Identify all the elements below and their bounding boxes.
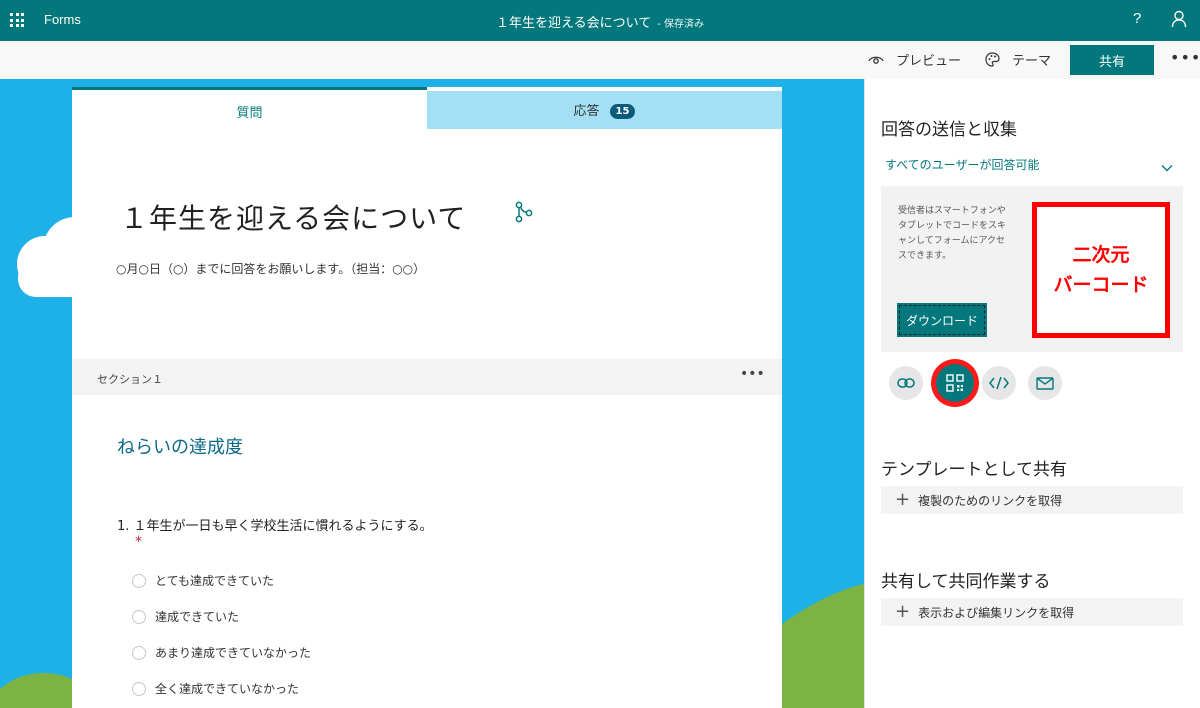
radio-button[interactable] xyxy=(132,609,146,624)
option-label: 全く達成できていなかった xyxy=(155,682,300,696)
template-section-title: テンプレートとして共有 xyxy=(881,460,1067,480)
annotation-line-1: 二次元 xyxy=(1072,244,1130,266)
preview-button[interactable]: プレビュー xyxy=(868,50,961,69)
theme-label: テーマ xyxy=(1012,54,1052,69)
audience-dropdown[interactable]: すべてのユーザーが回答可能 xyxy=(885,156,1039,173)
plus-icon: + xyxy=(895,489,911,510)
palette-icon xyxy=(985,52,1000,67)
embed-icon[interactable] xyxy=(982,366,1016,400)
section-header: セクション１ ••• xyxy=(72,359,782,395)
option-item[interactable]: 全く達成できていなかった xyxy=(132,680,299,697)
help-icon[interactable]: ? xyxy=(1133,10,1141,27)
theme-button[interactable]: テーマ xyxy=(985,50,1051,69)
radio-button[interactable] xyxy=(132,573,146,588)
section-heading[interactable]: ねらいの達成度 xyxy=(117,433,243,459)
option-label: 達成できていた xyxy=(155,610,240,624)
annotation-line-2: バーコード xyxy=(1053,274,1149,296)
chevron-down-icon[interactable] xyxy=(1161,157,1173,176)
collab-link-button[interactable]: + 表示および編集リンクを取得 xyxy=(881,598,1183,626)
form-description[interactable]: ○月○日（○）までに回答をお願いします。（担当：○○） xyxy=(116,260,425,277)
option-item[interactable]: とても達成できていた xyxy=(132,572,274,589)
responses-count-badge: 15 xyxy=(609,104,636,119)
section-more-icon[interactable]: ••• xyxy=(740,366,765,382)
tab-responses-label: 応答 xyxy=(573,104,600,119)
share-button[interactable]: 共有 xyxy=(1070,45,1154,75)
collab-section-title: 共有して共同作業する xyxy=(881,572,1051,592)
link-icon[interactable] xyxy=(889,366,923,400)
qr-code-panel: 受信者はスマートフォンやタブレットでコードをスキャンしてフォームにアクセスできま… xyxy=(881,186,1183,352)
plus-icon: + xyxy=(895,601,911,622)
user-icon[interactable] xyxy=(1171,10,1187,32)
form-tabs: 質問 応答 15 xyxy=(72,87,782,129)
tab-responses[interactable]: 応答 15 xyxy=(427,91,782,129)
document-title-text: １年生を迎える会について xyxy=(495,16,652,31)
template-link-button[interactable]: + 複製のためのリンクを取得 xyxy=(881,486,1183,514)
template-link-label: 複製のためのリンクを取得 xyxy=(918,493,1063,508)
document-title: １年生を迎える会について - 保存済み xyxy=(0,12,1200,31)
tab-questions[interactable]: 質問 xyxy=(72,87,427,129)
share-pane-title: 回答の送信と収集 xyxy=(881,120,1017,140)
option-item[interactable]: あまり達成できていなかった xyxy=(132,644,311,661)
required-marker: * xyxy=(135,534,142,550)
collab-link-label: 表示および編集リンクを取得 xyxy=(918,605,1075,620)
top-bar: Forms １年生を迎える会について - 保存済み ? xyxy=(0,0,1200,41)
preview-label: プレビュー xyxy=(896,54,962,69)
more-options-icon[interactable]: ••• xyxy=(1170,48,1200,67)
radio-button[interactable] xyxy=(132,645,146,660)
download-button[interactable]: ダウンロード xyxy=(897,303,987,337)
option-label: あまり達成できていなかった xyxy=(155,646,312,660)
share-pane: 回答の送信と収集 すべてのユーザーが回答可能 受信者はスマートフォンやタブレット… xyxy=(864,79,1200,708)
command-bar: プレビュー テーマ xyxy=(0,41,1200,79)
qr-info-text: 受信者はスマートフォンやタブレットでコードをスキャンしてフォームにアクセスできま… xyxy=(898,206,1007,261)
question-text[interactable]: 1. １年生が一日も早く学校生活に慣れるようにする。 xyxy=(117,515,433,534)
question-title: １年生が一日も早く学校生活に慣れるようにする。 xyxy=(133,519,433,534)
form-card: 質問 応答 15 １年生を迎える会について ○月○日（○）までに回答をお願いします… xyxy=(72,87,782,708)
option-item[interactable]: 達成できていた xyxy=(132,608,239,625)
option-label: とても達成できていた xyxy=(155,574,275,588)
form-title[interactable]: １年生を迎える会について xyxy=(120,197,466,237)
radio-button[interactable] xyxy=(132,681,146,696)
email-icon[interactable] xyxy=(1028,366,1062,400)
tab-questions-label: 質問 xyxy=(236,106,263,121)
question-number: 1. xyxy=(117,519,130,534)
branching-icon[interactable] xyxy=(514,201,534,227)
qr-code-annotation: 二次元 バーコード xyxy=(1032,202,1170,338)
qr-code-icon[interactable] xyxy=(936,364,974,402)
section-label: セクション１ xyxy=(97,373,163,386)
save-status: - 保存済み xyxy=(657,19,705,30)
eye-icon xyxy=(868,56,884,64)
